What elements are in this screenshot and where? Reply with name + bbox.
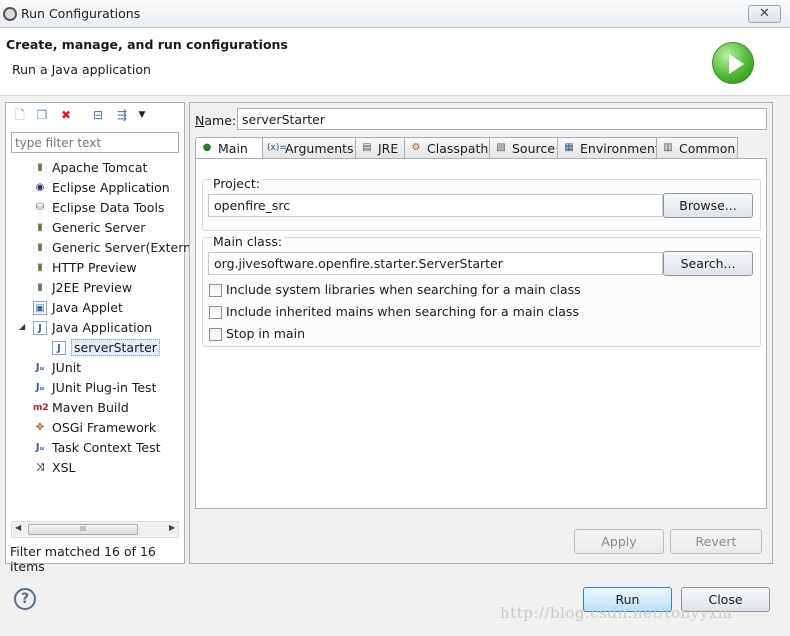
- osgi-icon: ✥: [35, 422, 45, 433]
- java-app-icon: J: [33, 321, 47, 335]
- view-menu-chevron-down-icon[interactable]: ▼: [134, 107, 150, 123]
- scroll-thumb[interactable]: III: [28, 524, 138, 535]
- config-tabs: ● Main (x)= Arguments ▤ JRE ⚙ Classpath …: [195, 137, 767, 160]
- scroll-left-icon[interactable]: ◀: [15, 523, 21, 532]
- xsl-icon: ⤨: [36, 462, 44, 473]
- main-class-field[interactable]: [208, 252, 663, 275]
- title-bar: Run Configurations ✕: [0, 0, 790, 28]
- server-icon: ▮: [37, 222, 43, 233]
- configuration-list-panel: 🗋 ❐ ✖ ⊟ ⇶ ▼ ▮ Apache Tomcat ◉ Eclipse Ap…: [5, 102, 191, 574]
- junit-icon: Jᵤ: [35, 362, 45, 373]
- junit-icon: Jᵤ: [35, 442, 45, 453]
- checkbox-box[interactable]: [209, 328, 222, 341]
- project-label: Project:: [211, 176, 262, 191]
- project-field[interactable]: [208, 194, 663, 217]
- jre-icon: ▤: [362, 142, 372, 153]
- tab-main[interactable]: ● Main: [195, 137, 263, 160]
- server-icon: ▮: [37, 162, 43, 173]
- environment-icon: ▦: [564, 142, 574, 153]
- applet-icon: ▣: [33, 301, 47, 315]
- configuration-editor-panel: Name: ● Main (x)= Arguments ▤ JRE ⚙ Clas…: [189, 102, 773, 564]
- tab-source[interactable]: ▧ Source: [489, 137, 558, 159]
- collapse-all-icon[interactable]: ⊟: [90, 107, 106, 123]
- tab-environment[interactable]: ▦ Environment: [557, 137, 660, 159]
- apply-button[interactable]: Apply: [574, 529, 664, 554]
- search-button[interactable]: Search...: [663, 251, 753, 276]
- duplicate-config-icon[interactable]: ❐: [34, 107, 50, 123]
- project-group: Project: Browse...: [202, 176, 761, 231]
- common-icon: ▥: [663, 142, 673, 153]
- tab-arguments[interactable]: (x)= Arguments: [262, 137, 356, 159]
- run-banner-icon: [712, 42, 754, 84]
- main-class-group: Main class: Search... Include system lib…: [202, 234, 761, 347]
- server-icon: ▮: [37, 242, 43, 253]
- main-tab-body: Project: Browse... Main class: Search...…: [195, 158, 767, 509]
- header-title: Create, manage, and run configurations: [6, 37, 288, 52]
- header-subtitle: Run a Java application: [12, 62, 151, 77]
- window-close-button[interactable]: ✕: [748, 5, 781, 23]
- arguments-icon: (x)=: [267, 143, 287, 153]
- dialog-header: Create, manage, and run configurations R…: [0, 28, 790, 96]
- maven-icon: m2: [33, 403, 49, 413]
- watermark-text: http://blog.csdn.net/tonyyxm: [500, 604, 733, 622]
- name-label: Name:: [195, 113, 237, 128]
- name-field[interactable]: [237, 108, 767, 130]
- window-title: Run Configurations: [21, 6, 141, 21]
- scroll-right-icon[interactable]: ▶: [169, 523, 175, 532]
- checkbox-box[interactable]: [209, 306, 222, 319]
- eclipse-icon: ◉: [35, 182, 45, 193]
- horizontal-scrollbar[interactable]: ◀ III ▶: [11, 521, 179, 538]
- run-config-window-icon: [3, 7, 17, 21]
- tab-jre[interactable]: ▤ JRE: [355, 137, 405, 159]
- server-icon: ▮: [37, 282, 43, 293]
- source-icon: ▧: [496, 142, 506, 153]
- junit-plugin-icon: Jᵤ: [35, 382, 45, 393]
- help-icon[interactable]: ?: [14, 588, 36, 610]
- main-tab-icon: ●: [202, 142, 212, 153]
- java-app-icon: J: [52, 341, 66, 355]
- main-class-label: Main class:: [211, 234, 285, 249]
- filter-input[interactable]: [11, 132, 179, 153]
- revert-button[interactable]: Revert: [670, 529, 762, 554]
- tab-common[interactable]: ▥ Common: [656, 137, 738, 159]
- new-config-icon[interactable]: 🗋: [12, 107, 28, 123]
- filter-config-icon[interactable]: ⇶: [114, 107, 130, 123]
- browse-button[interactable]: Browse...: [663, 193, 753, 218]
- filter-status-text: Filter matched 16 of 16 items: [10, 544, 156, 574]
- server-icon: ▮: [37, 262, 43, 273]
- classpath-icon: ⚙: [411, 142, 421, 153]
- tab-classpath[interactable]: ⚙ Classpath: [404, 137, 490, 159]
- expand-arrow-icon[interactable]: ◢: [19, 322, 25, 331]
- database-icon: ⛁: [35, 202, 45, 213]
- delete-config-icon[interactable]: ✖: [58, 107, 74, 123]
- checkbox-box[interactable]: [209, 284, 222, 297]
